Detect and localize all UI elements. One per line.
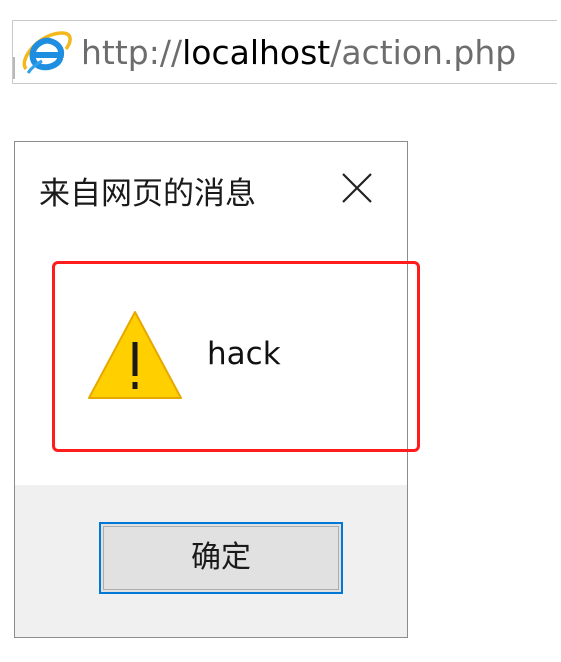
- close-button[interactable]: [333, 164, 381, 212]
- url-host: localhost: [182, 33, 331, 72]
- ok-button[interactable]: 确定: [99, 522, 343, 594]
- internet-explorer-icon: [22, 29, 72, 77]
- alert-dialog: 来自网页的消息 hack 确定: [14, 141, 408, 638]
- ok-button-label: 确定: [191, 540, 251, 575]
- dialog-body: hack: [15, 242, 407, 485]
- dialog-footer: 确定: [15, 485, 407, 637]
- dialog-title: 来自网页的消息: [39, 176, 256, 212]
- address-bar[interactable]: http://localhost/action.php: [12, 20, 557, 84]
- url-path: /action.php: [330, 33, 517, 72]
- url-scheme: http://: [81, 33, 183, 72]
- warning-icon: [85, 308, 185, 404]
- alert-message: hack: [207, 336, 281, 372]
- close-icon: [342, 173, 372, 203]
- url-text[interactable]: http://localhost/action.php: [81, 29, 516, 77]
- address-bar-edge: [13, 57, 15, 79]
